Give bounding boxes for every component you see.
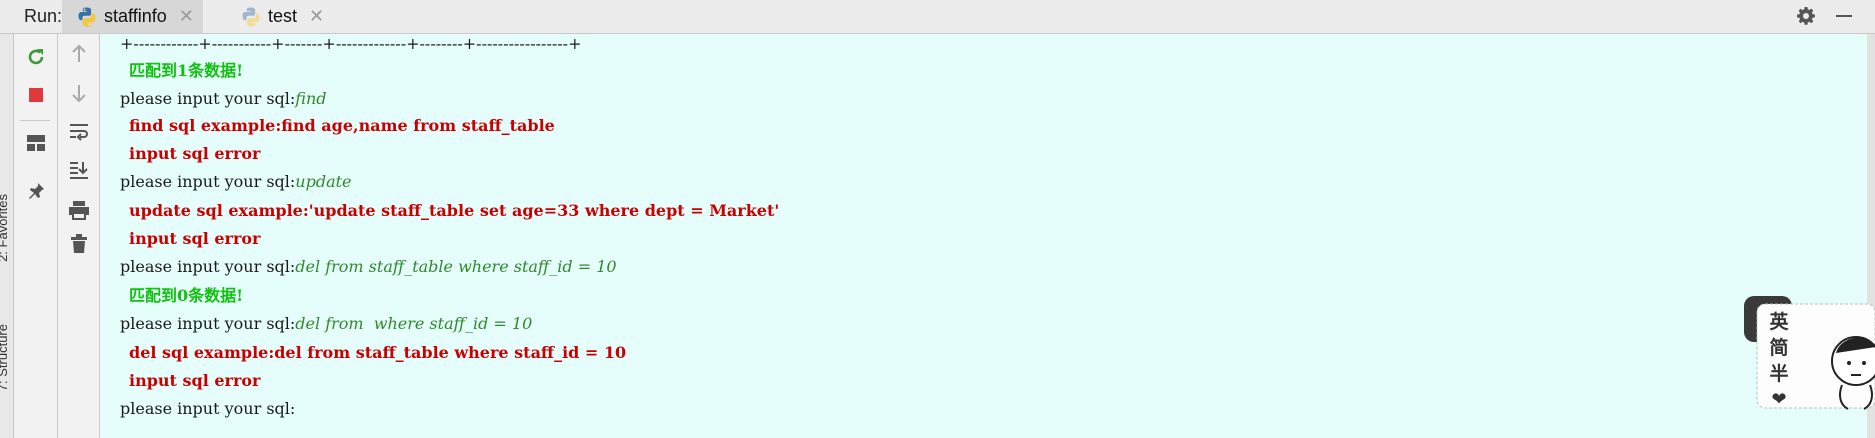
pin-icon[interactable] [21,176,51,206]
table-border-line: +------------+-----------+-------+------… [120,34,582,53]
sticker-char: 半 [1769,363,1789,385]
stop-icon[interactable] [21,80,51,110]
console-prompt-line: please input your sql:find [120,89,327,109]
close-icon[interactable]: ✕ [309,6,324,27]
left-tool-strip: 7: Structure 2: Favorites [0,34,14,438]
scroll-to-end-icon[interactable] [64,155,94,185]
run-label: Run: [24,6,63,26]
print-icon[interactable] [64,195,94,225]
prompt-text: please input your sql: [120,89,296,108]
console-error-line: input sql error [129,144,261,163]
console-result-line: 匹配到1条数据! [129,61,244,80]
console-output[interactable]: +------------+-----------+-------+------… [100,34,1875,438]
trash-icon[interactable] [64,229,94,259]
rerun-icon[interactable] [21,42,51,72]
console-actions-toolbar [58,34,100,438]
run-tool-window-header: Run: staffinfo ✕ test ✕ [0,0,1875,34]
sticker-char: 英 [1769,311,1789,333]
console-error-line: find sql example:find age,name from staf… [129,116,555,135]
console-error-line: input sql error [129,371,261,390]
sticker-char: 简 [1769,337,1789,359]
layout-icon[interactable] [21,128,51,158]
down-arrow-icon[interactable] [64,78,94,108]
tab-label: staffinfo [104,6,167,26]
user-input-text: del from where staff_id = 10 [295,314,533,333]
prompt-text: please input your sql: [120,257,296,276]
prompt-text: please input your sql: [120,314,296,333]
close-icon[interactable]: ✕ [179,6,194,27]
up-arrow-icon[interactable] [64,39,94,69]
prompt-text: please input your sql: [120,172,296,191]
console-error-line: input sql error [129,229,261,248]
prompt-text: please input your sql: [120,399,296,418]
soft-wrap-icon[interactable] [64,117,94,147]
minimize-icon[interactable] [1832,4,1856,28]
console-prompt-line: please input your sql:del from staff_tab… [120,257,617,277]
console-prompt-line: please input your sql: [120,399,295,419]
structure-tab[interactable]: 7: Structure [0,324,10,391]
console-prompt-line: please input your sql:update [120,172,352,192]
run-actions-toolbar [14,34,58,438]
tab-staffinfo[interactable]: staffinfo ✕ [62,0,203,33]
user-input-text: del from staff_table where staff_id = 10 [295,257,617,276]
python-icon [242,7,260,26]
gear-icon[interactable] [1794,4,1818,28]
console-prompt-line: please input your sql:del from where sta… [120,314,532,334]
user-input-text: update [295,172,352,191]
console-error-line: del sql example:del from staff_table whe… [129,343,627,362]
heart-icon: ❤ [1771,389,1787,410]
favorites-tab[interactable]: 2: Favorites [0,194,10,262]
user-input-text: find [295,89,327,108]
console-result-line: 匹配到0条数据! [129,286,244,305]
sticker-overlay: 英 简 半 ❤ [1744,291,1875,421]
console-error-line: update sql example:'update staff_table s… [129,201,780,220]
tab-test[interactable]: test ✕ [240,0,325,33]
python-icon [78,7,96,26]
tab-label: test [268,6,298,26]
